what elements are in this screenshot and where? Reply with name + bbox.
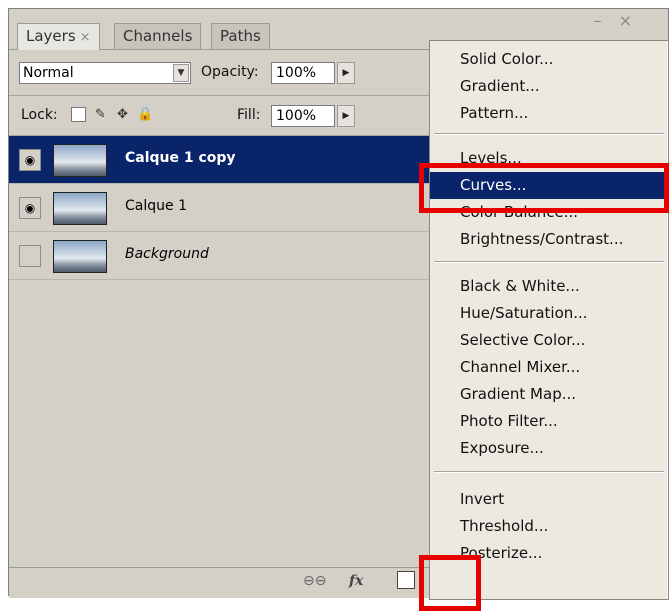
menu-item-hue-saturation[interactable]: Hue/Saturation... [430,300,668,327]
tab-channels[interactable]: Channels [114,23,202,49]
menu-item-gradient[interactable]: Gradient... [430,73,668,100]
visibility-toggle[interactable] [19,245,41,267]
lock-label: Lock: [21,107,58,123]
fill-label: Fill: [237,107,261,123]
layer-row-calque-1-copy[interactable]: ◉ Calque 1 copy [9,136,439,184]
adjustment-layer-menu: Solid Color... Gradient... Pattern... Le… [429,40,669,600]
menu-item-photo-filter[interactable]: Photo Filter... [430,408,668,435]
eye-icon[interactable]: ◉ [19,149,41,171]
menu-item-solid-color[interactable]: Solid Color... [430,46,668,73]
annotation-highlight-adjustment-button [419,555,481,611]
tab-layers-label: Layers [26,27,76,45]
eye-icon[interactable]: ◉ [19,197,41,219]
menu-separator [434,261,664,263]
lock-all-icon[interactable]: 🔒 [137,107,153,122]
opacity-field[interactable]: 100% [271,62,335,84]
window-controls[interactable]: – × [594,11,639,30]
fx-icon[interactable]: fx [349,573,363,589]
opacity-label: Opacity: [201,64,259,80]
lock-brush-icon[interactable]: ✎ [93,107,108,122]
link-icon[interactable]: ⊖⊖ [303,573,326,589]
lock-transparency-icon[interactable] [71,107,86,122]
lock-icons: ✎ ✥ 🔒 [71,107,153,122]
menu-item-channel-mixer[interactable]: Channel Mixer... [430,354,668,381]
layer-thumbnail [53,144,107,177]
layer-name: Calque 1 [125,198,187,214]
layer-name: Background [125,246,209,262]
tab-layers[interactable]: Layers × [17,23,100,50]
menu-item-gradient-map[interactable]: Gradient Map... [430,381,668,408]
layer-row-calque-1[interactable]: ◉ Calque 1 [9,184,439,232]
tab-paths[interactable]: Paths [211,23,270,49]
close-tab-icon[interactable]: × [80,30,91,45]
chevron-down-icon[interactable]: ▼ [173,64,189,82]
opacity-arrow-icon[interactable]: ▶ [337,62,355,84]
menu-item-threshold[interactable]: Threshold... [430,513,668,540]
menu-item-brightness-contrast[interactable]: Brightness/Contrast... [430,226,668,253]
menu-separator [434,471,664,473]
lock-position-icon[interactable]: ✥ [115,107,130,122]
annotation-highlight-curves [419,163,669,213]
layer-row-background[interactable]: Background [9,232,439,280]
fill-arrow-icon[interactable]: ▶ [337,105,355,127]
mask-icon[interactable] [397,571,415,589]
menu-item-black-white[interactable]: Black & White... [430,273,668,300]
menu-item-exposure[interactable]: Exposure... [430,435,668,462]
layer-name: Calque 1 copy [125,150,236,166]
menu-separator [434,133,664,135]
menu-item-selective-color[interactable]: Selective Color... [430,327,668,354]
menu-item-invert[interactable]: Invert [430,486,668,513]
menu-item-pattern[interactable]: Pattern... [430,100,668,127]
blend-mode-select[interactable]: Normal [19,62,191,84]
layer-thumbnail [53,192,107,225]
fill-field[interactable]: 100% [271,105,335,127]
layer-thumbnail [53,240,107,273]
